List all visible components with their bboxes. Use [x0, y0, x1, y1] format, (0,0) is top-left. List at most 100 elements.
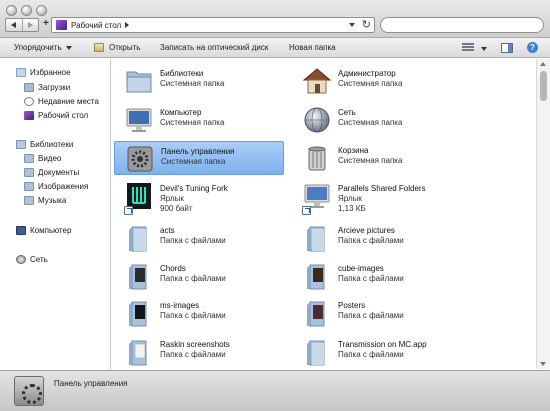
desktop-icon: [24, 111, 34, 120]
item-size: 900 байт: [160, 204, 193, 213]
command-bar: Упорядочить Открыть Записать на оптическ…: [0, 38, 550, 58]
network-icon: [16, 255, 26, 264]
libraries-icon: [16, 140, 26, 149]
file-item-arcieve-pictures[interactable]: Arcieve pictures Папка с файлами: [292, 221, 462, 255]
item-name: Chords: [160, 264, 186, 273]
item-name: Transmission on MC.app: [338, 340, 427, 349]
item-type: Папка с файлами: [338, 274, 404, 283]
refresh-icon[interactable]: ↻: [362, 18, 371, 31]
scroll-down-arrow-icon[interactable]: [540, 362, 546, 366]
address-path[interactable]: Рабочий стол: [71, 21, 121, 30]
forward-button[interactable]: [21, 19, 39, 31]
item-name: Панель управления: [161, 147, 235, 156]
file-list: Библиотеки Системная папка Администратор…: [112, 59, 536, 369]
change-view-icon[interactable]: [462, 43, 474, 53]
item-name: Компьютер: [160, 108, 202, 117]
item-name: Администратор: [338, 69, 396, 78]
video-library-icon: [24, 154, 34, 163]
open-icon: [94, 43, 104, 52]
file-item-ms-images[interactable]: ms-images Папка с файлами: [114, 296, 284, 330]
address-dropdown-icon[interactable]: [349, 23, 355, 27]
burn-disc-button[interactable]: Записать на оптический диск: [160, 43, 268, 52]
file-item-cube-images[interactable]: cube-images Папка с файлами: [292, 259, 462, 293]
zoom-window-button[interactable]: [36, 5, 47, 16]
item-type: Папка с файлами: [160, 311, 226, 320]
back-button[interactable]: [6, 19, 22, 31]
item-name: Raskin screenshots: [160, 340, 230, 349]
control-panel-icon: [14, 376, 44, 406]
breadcrumb-chevron-icon[interactable]: [125, 22, 130, 28]
file-item-posters[interactable]: Posters Папка с файлами: [292, 296, 462, 330]
computer-icon: [16, 226, 26, 235]
organize-label: Упорядочить: [14, 43, 62, 52]
address-bar[interactable]: Рабочий стол ↻: [51, 17, 375, 33]
item-name: Parallels Shared Folders: [338, 184, 426, 193]
item-type: Ярлык: [160, 194, 184, 203]
folder-icon: [307, 264, 325, 290]
details-pane: Панель управления: [0, 370, 550, 411]
folder-icon: [129, 226, 147, 252]
close-window-button[interactable]: [6, 5, 17, 16]
organize-button[interactable]: Упорядочить: [14, 43, 72, 52]
search-input[interactable]: [380, 17, 544, 33]
folder-icon: [129, 301, 147, 327]
music-library-icon: [24, 196, 34, 205]
open-button[interactable]: Открыть: [109, 43, 140, 52]
navigation-pane: Избранное Загрузки Недавние места Рабочи…: [0, 59, 111, 369]
file-item-libraries[interactable]: Библиотеки Системная папка: [114, 64, 284, 98]
recent-pages-button[interactable]: +: [43, 18, 49, 29]
file-item-parallels-shared-folders[interactable]: Parallels Shared Folders Ярлык 1,13 КБ: [292, 179, 462, 217]
libraries-folder-icon: [126, 71, 152, 93]
item-name: Сеть: [338, 108, 356, 117]
file-item-network[interactable]: Сеть Системная папка: [292, 103, 462, 137]
forward-arrow-icon: [27, 22, 33, 28]
view-dropdown-icon[interactable]: [481, 47, 487, 51]
folder-icon: [129, 340, 147, 366]
scroll-up-arrow-icon[interactable]: [540, 62, 546, 66]
item-name: Корзина: [338, 146, 369, 155]
organize-dropdown-icon: [65, 45, 72, 50]
item-type: Папка с файлами: [338, 236, 404, 245]
back-arrow-icon: [11, 22, 17, 28]
item-type: Системная папка: [160, 79, 225, 88]
item-type: Системная папка: [338, 79, 403, 88]
item-type: Ярлык: [338, 194, 362, 203]
folder-icon: [307, 226, 325, 252]
item-type: Системная папка: [338, 156, 403, 165]
preview-pane-icon[interactable]: [501, 43, 513, 53]
file-item-devils-tuning-fork[interactable]: Devil's Tuning Fork Ярлык 900 байт: [114, 179, 284, 217]
item-type: Системная папка: [338, 118, 403, 127]
file-item-computer[interactable]: Компьютер Системная папка: [114, 103, 284, 137]
file-item-trash[interactable]: Корзина Системная папка: [292, 141, 462, 175]
item-type: Системная папка: [160, 118, 225, 127]
item-name: acts: [160, 226, 175, 235]
file-item-transmission-on-mc[interactable]: Transmission on MC.app Папка с файлами: [292, 335, 462, 369]
downloads-folder-icon: [24, 83, 34, 92]
file-item-administrator[interactable]: Администратор Системная папка: [292, 64, 462, 98]
folder-icon: [307, 301, 325, 327]
item-name: ms-images: [160, 301, 200, 310]
minimize-window-button[interactable]: [21, 5, 32, 16]
file-item-chords[interactable]: Chords Папка с файлами: [114, 259, 284, 293]
navigation-buttons: [5, 18, 39, 32]
scrollbar-thumb[interactable]: [540, 71, 547, 101]
item-type: Папка с файлами: [338, 311, 404, 320]
file-item-raskin-screenshots[interactable]: Raskin screenshots Папка с файлами: [114, 335, 284, 369]
vertical-scrollbar[interactable]: [536, 59, 550, 369]
star-icon: [16, 68, 26, 77]
item-type: Папка с файлами: [160, 274, 226, 283]
item-name: Posters: [338, 301, 366, 310]
item-name: Devil's Tuning Fork: [160, 184, 228, 193]
item-type: Папка с файлами: [338, 350, 404, 359]
file-item-acts[interactable]: acts Папка с файлами: [114, 221, 284, 255]
shortcut-arrow-icon: [124, 206, 133, 215]
item-name: Библиотеки: [160, 69, 204, 78]
new-folder-button[interactable]: Новая папка: [289, 43, 336, 52]
folder-icon: [129, 264, 147, 290]
item-name: cube-images: [338, 264, 384, 273]
help-icon[interactable]: ?: [527, 42, 538, 53]
file-item-control-panel[interactable]: Панель управления Системная папка: [114, 141, 284, 175]
network-globe-icon: [304, 107, 330, 133]
computer-icon: [126, 108, 152, 132]
desktop-location-icon: [56, 20, 67, 30]
